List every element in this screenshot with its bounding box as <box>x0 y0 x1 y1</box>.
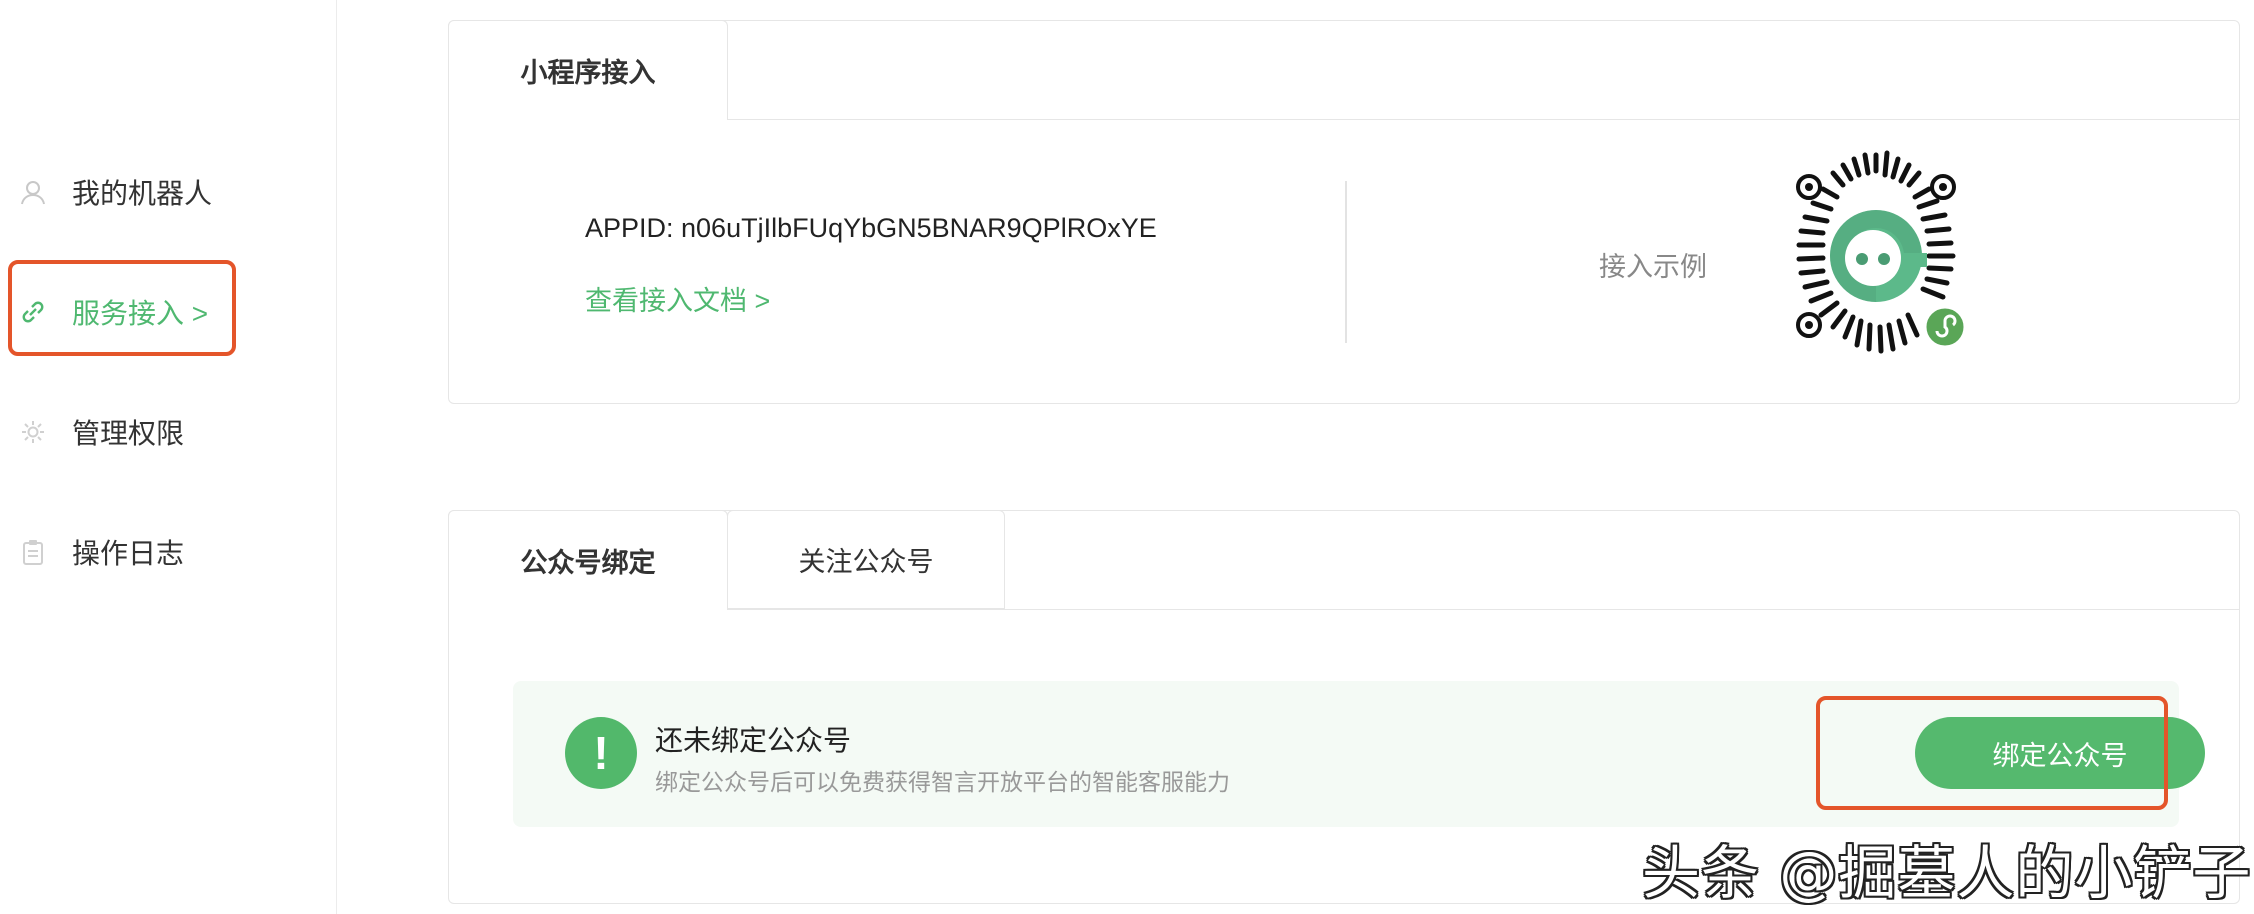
gear-icon <box>18 417 48 447</box>
tab-miniprogram-access[interactable]: 小程序接入 <box>448 20 728 120</box>
view-docs-link[interactable]: 查看接入文档 > <box>585 279 770 318</box>
sidebar-item-my-robots[interactable]: 我的机器人 <box>18 162 212 222</box>
sidebar: 我的机器人 服务接入 > 管理权限 操作日志 <box>0 0 337 914</box>
miniprogram-qr-code-icon <box>1769 149 1983 363</box>
exclamation-icon: ! <box>565 717 637 789</box>
sidebar-item-label: 操作日志 <box>72 538 185 569</box>
appid-text: APPID: n06uTjIlbFUqYbGN5BNAR9QPlROxYE <box>585 213 1157 243</box>
notice-title: 还未绑定公众号 <box>655 725 852 756</box>
sidebar-item-operation-log[interactable]: 操作日志 <box>18 522 184 582</box>
tab-label: 公众号绑定 <box>520 548 656 578</box>
tab-follow-official-account[interactable]: 关注公众号 <box>727 510 1005 609</box>
sidebar-item-permissions[interactable]: 管理权限 <box>18 402 184 462</box>
highlight-box-service-access <box>8 260 236 356</box>
tab-label: 小程序接入 <box>520 58 656 88</box>
user-icon <box>18 177 48 207</box>
tab-bind-official-account[interactable]: 公众号绑定 <box>448 510 728 610</box>
clipboard-icon <box>18 537 48 567</box>
tab-label: 关注公众号 <box>798 547 934 577</box>
miniprogram-card: 小程序接入 APPID: n06uTjIlbFUqYbGN5BNAR9QPlRO… <box>448 20 2240 404</box>
vertical-divider <box>1345 181 1347 343</box>
watermark-text: 头条 @掘墓人的小铲子 <box>1642 839 2252 907</box>
notice-description: 绑定公众号后可以免费获得智言开放平台的智能客服能力 <box>655 769 1230 795</box>
example-label: 接入示例 <box>1599 252 1707 282</box>
sidebar-item-label: 我的机器人 <box>72 178 213 209</box>
sidebar-item-label: 管理权限 <box>72 418 185 449</box>
highlight-box-bind-button <box>1816 696 2168 810</box>
